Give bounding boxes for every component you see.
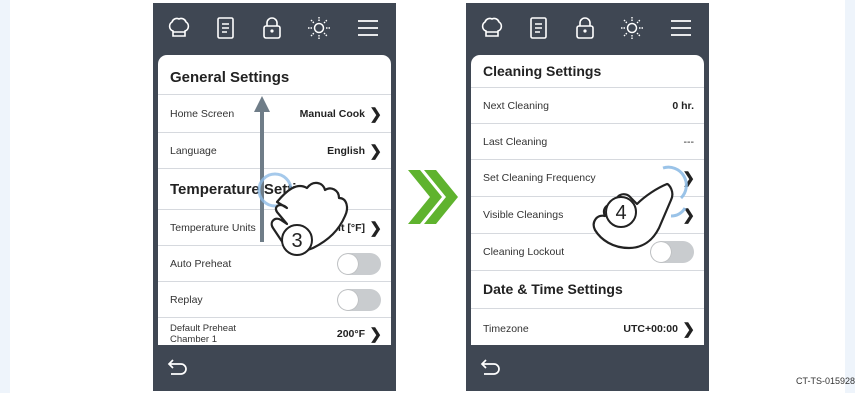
chevron-right-icon: ❯ xyxy=(682,321,695,338)
timezone-row[interactable]: Timezone UTC+00:00 ❯ xyxy=(471,309,704,345)
top-toolbar xyxy=(466,3,709,55)
home-screen-label: Home Screen xyxy=(170,108,235,120)
toggle-knob xyxy=(338,290,358,310)
timezone-label: Timezone xyxy=(483,323,529,335)
replay-toggle[interactable] xyxy=(337,289,381,311)
home-screen-value: Manual Cook xyxy=(299,108,365,120)
temperature-units-label: Temperature Units xyxy=(170,222,256,234)
section-divider xyxy=(471,271,704,309)
recipe-book-icon[interactable] xyxy=(526,15,552,41)
chevron-right-icon: ❯ xyxy=(369,143,382,160)
last-cleaning-label: Last Cleaning xyxy=(483,136,548,148)
replay-label: Replay xyxy=(170,294,203,306)
section-divider xyxy=(471,55,704,88)
step-4-number: 4 xyxy=(615,202,626,224)
language-label: Language xyxy=(170,145,217,157)
bottom-bar xyxy=(153,345,396,391)
menu-icon[interactable] xyxy=(668,15,694,41)
default-preheat-label: Default Preheat Chamber 1 xyxy=(170,323,237,345)
auto-preheat-label: Auto Preheat xyxy=(170,258,232,270)
menu-icon[interactable] xyxy=(355,15,381,41)
chevron-right-icon: ❯ xyxy=(369,106,382,123)
next-cleaning-value: 0 hr. xyxy=(672,100,694,112)
default-preheat-value: 200°F xyxy=(336,328,365,340)
next-cleaning-label: Next Cleaning xyxy=(483,100,549,112)
home-screen-row[interactable]: Home Screen Manual Cook ❯ xyxy=(158,95,391,133)
last-cleaning-row: Last Cleaning --- xyxy=(471,124,704,160)
step-3-number: 3 xyxy=(291,230,302,252)
timezone-value: UTC+00:00 xyxy=(623,323,678,335)
visible-cleanings-label: Visible Cleanings xyxy=(483,209,564,221)
figure-caption: CT-TS-015928 xyxy=(795,376,855,386)
replay-row: Replay xyxy=(158,282,391,318)
brightness-icon[interactable] xyxy=(619,15,645,41)
chef-hat-icon[interactable] xyxy=(479,15,505,41)
right-margin xyxy=(845,0,855,393)
next-cleaning-row: Next Cleaning 0 hr. xyxy=(471,88,704,124)
lock-icon[interactable] xyxy=(259,15,285,41)
back-icon[interactable] xyxy=(479,356,503,380)
recipe-book-icon[interactable] xyxy=(213,15,239,41)
left-margin xyxy=(0,0,10,393)
lock-icon[interactable] xyxy=(572,15,598,41)
top-toolbar xyxy=(153,3,396,55)
double-chevron-right-icon xyxy=(408,170,458,224)
last-cleaning-value: --- xyxy=(683,136,695,148)
default-preheat-row[interactable]: Default Preheat Chamber 1 200°F ❯ xyxy=(158,318,391,345)
hand-pointer-icon: 3 xyxy=(257,172,349,256)
hand-pointer-icon: 4 xyxy=(592,165,688,250)
bottom-bar xyxy=(466,345,709,391)
chef-hat-icon[interactable] xyxy=(166,15,192,41)
back-icon[interactable] xyxy=(166,356,190,380)
section-divider xyxy=(158,55,391,95)
cleaning-lockout-label: Cleaning Lockout xyxy=(483,246,565,258)
chevron-right-icon: ❯ xyxy=(369,220,382,237)
chevron-right-icon: ❯ xyxy=(369,326,382,343)
brightness-icon[interactable] xyxy=(306,15,332,41)
language-value: English xyxy=(327,145,365,157)
